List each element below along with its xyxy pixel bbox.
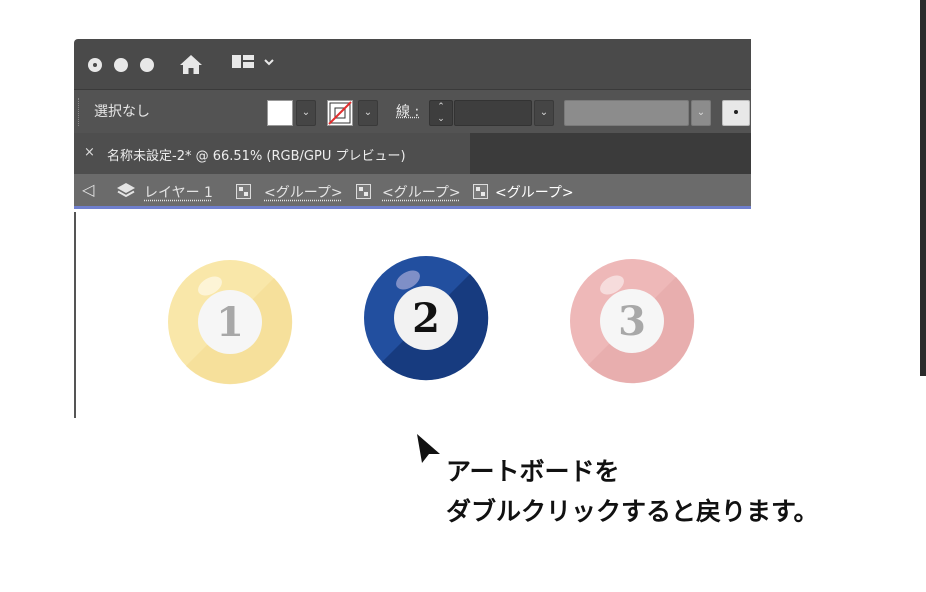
artboard-canvas[interactable]: 1 2 3 (74, 212, 751, 418)
isolation-layer-link[interactable]: レイヤー 1 (144, 182, 213, 202)
billiard-ball-2[interactable]: 2 (362, 254, 490, 382)
stroke-dropdown-chevron-icon[interactable]: ⌄ (358, 100, 378, 126)
billiard-ball-3[interactable]: 3 (568, 257, 696, 385)
close-button[interactable] (88, 58, 102, 72)
brush-definition-field[interactable] (722, 100, 750, 126)
title-bar (74, 39, 751, 89)
ball-3-number: 3 (618, 298, 646, 345)
instruction-caption: アートボードを ダブルクリックすると戻ります。 (446, 452, 819, 532)
billiard-ball-1[interactable]: 1 (166, 258, 294, 386)
stroke-weight-stepper[interactable]: ⌃ ⌄ (429, 100, 453, 126)
ball-1-number: 1 (216, 299, 244, 346)
isolation-group-link-1[interactable]: <グループ> (264, 182, 343, 202)
isolation-back-arrow-icon[interactable]: ◁ (82, 180, 94, 199)
fill-color-swatch[interactable] (267, 100, 293, 126)
zoom-button[interactable] (140, 58, 154, 72)
fill-dropdown-chevron-icon[interactable]: ⌄ (296, 100, 316, 126)
ball-2-number: 2 (412, 295, 440, 342)
stroke-color-swatch[interactable] (327, 100, 353, 126)
control-bar: 選択なし ⌄ ⌄ 線 : ⌃ ⌄ ⌄ ⌄ (74, 89, 751, 133)
adjacent-window-edge (920, 0, 926, 376)
group-icon (356, 184, 371, 199)
caption-line-2: ダブルクリックすると戻ります。 (446, 497, 819, 526)
stroke-weight-label[interactable]: 線 : (396, 101, 419, 121)
group-icon (236, 184, 251, 199)
pointer-cursor-icon (417, 434, 440, 463)
brush-dot-icon (734, 110, 738, 114)
isolation-mode-bar: ◁ レイヤー 1 <グループ> <グループ> <グループ> (74, 174, 751, 209)
layers-icon (116, 181, 136, 205)
variable-width-profile-field[interactable] (564, 100, 689, 126)
document-tab-title: 名称未設定-2* @ 66.51% (RGB/GPU プレビュー) (107, 149, 406, 164)
caption-line-1: アートボードを (446, 457, 620, 486)
home-icon[interactable] (178, 52, 204, 80)
stroke-weight-input[interactable] (454, 100, 532, 126)
illustrator-window: 選択なし ⌄ ⌄ 線 : ⌃ ⌄ ⌄ ⌄ × 名称未設定-2* @ 66.51% … (74, 39, 751, 418)
document-tab-bar: × 名称未設定-2* @ 66.51% (RGB/GPU プレビュー) (74, 133, 751, 174)
profile-dropdown-chevron-icon[interactable]: ⌄ (691, 100, 711, 126)
group-icon (473, 184, 488, 199)
isolation-group-link-2[interactable]: <グループ> (382, 182, 461, 202)
control-bar-grip[interactable] (78, 98, 80, 126)
minimize-button[interactable] (114, 58, 128, 72)
document-tab[interactable]: × 名称未設定-2* @ 66.51% (RGB/GPU プレビュー) (74, 133, 470, 174)
isolation-group-current: <グループ> (495, 185, 574, 201)
tab-close-icon[interactable]: × (84, 145, 95, 160)
stroke-weight-dropdown-chevron-icon[interactable]: ⌄ (534, 100, 554, 126)
workspace-layout-icon[interactable] (232, 53, 278, 77)
selection-status-label: 選択なし (94, 104, 150, 120)
